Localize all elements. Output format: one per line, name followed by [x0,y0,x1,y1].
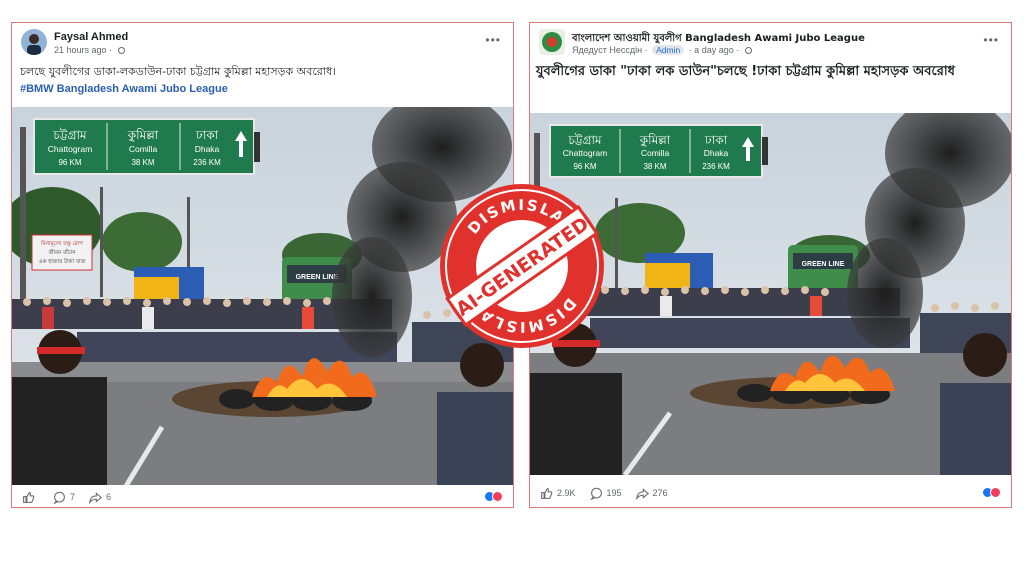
sign-km-2: 38 KM [131,158,154,167]
comment-button[interactable]: 7 [53,491,75,504]
post-caption: যুবলীগের ডাকা "ঢাকা লক ডাউন"চলছে !ঢাকা চ… [536,64,955,79]
admin-badge: Admin [652,45,685,55]
sign-km-1: 96 KM [573,162,596,171]
more-icon[interactable]: ••• [485,33,501,47]
sign-bn-3: ঢাকা [704,133,728,147]
love-reaction-icon [492,491,503,502]
share-count: 6 [106,492,112,502]
post-meta: 21 hours ago · [54,45,125,55]
comment-button[interactable]: 195 [589,487,622,500]
sign-en-2: Comilla [641,148,670,158]
billboard-line-3: এক হাজার টাকা বাজ [39,257,87,265]
post-hashtag[interactable]: #BMW Bangladesh Awami Jubo League [20,83,228,95]
comment-count: 7 [70,492,76,502]
sign-km-3: 236 KM [702,162,730,171]
like-button[interactable]: 2.9K [540,487,576,500]
sign-bn-1: চট্টগ্রাম [52,128,87,142]
reaction-summary[interactable] [982,487,1001,498]
sign-bn-2: কুমিল্লা [639,133,671,148]
sign-en-3: Dhaka [704,148,729,158]
globe-icon [744,47,752,54]
share-icon [89,491,103,504]
like-icon [23,491,35,503]
post-header: Faysal Ahmed 21 hours ago · ••• [12,23,513,59]
ai-generated-stamp: DISMISLAB DISMISLAB AI-GENERATED [436,180,608,352]
post-actions: 7 6 [12,485,513,507]
sign-km-2: 38 KM [643,162,666,171]
sign-bn-2: কুমিল্লা [127,128,159,143]
share-count: 276 [652,488,668,498]
sign-en-3: Dhaka [195,144,220,154]
comparison-page: Faysal Ahmed 21 hours ago · ••• চলছে যুব… [0,0,1024,562]
reaction-summary[interactable] [484,491,503,502]
share-button[interactable]: 276 [635,487,668,500]
more-icon[interactable]: ••• [983,33,999,47]
post-caption: চলছে যুবলীগের ডাকা-লকডাউন-ঢাকা চট্টগ্রাম… [20,65,337,78]
page-avatar[interactable] [539,29,565,55]
billboard-line-2: জীবন বাঁচান [47,248,76,256]
bus-text: GREEN LINE [802,261,845,268]
post-actions: 2.9K 195 276 [530,481,1011,505]
sign-en-2: Comilla [129,144,158,154]
comment-icon [53,491,65,504]
like-count: 2.9K [557,488,576,498]
share-button[interactable]: 6 [89,491,111,504]
post-meta: Ядедуст Нессдiн · Admin · a day ago · [572,45,752,55]
sign-bn-3: ঢাকা [195,128,219,142]
like-button[interactable] [22,491,39,504]
author-name[interactable]: Faysal Ahmed [54,31,128,43]
comment-count: 195 [606,488,622,498]
sign-km-3: 236 KM [193,158,221,167]
sign-en-1: Chattogram [563,148,607,158]
bus-text: GREEN LINE [296,274,339,281]
billboard-line-1: বিনামূল্যে চক্ষু রোগ [40,240,84,247]
post-author-line: Ядедуст Нессдiн · [572,45,648,55]
share-icon [635,487,649,500]
sign-bn-1: চট্টগ্রাম [567,133,602,147]
post-time[interactable]: · a day ago · [689,45,740,55]
globe-icon [117,47,125,54]
love-reaction-icon [990,487,1001,498]
sign-km-1: 96 KM [58,158,81,167]
comment-icon [589,487,602,500]
author-avatar[interactable] [21,29,47,55]
post-header: বাংলাদেশ আওয়ামী যুবলীগ Bangladesh Awami… [530,23,1011,59]
post-time[interactable]: 21 hours ago · [54,45,112,55]
like-icon [541,487,553,499]
sign-en-1: Chattogram [48,144,92,154]
